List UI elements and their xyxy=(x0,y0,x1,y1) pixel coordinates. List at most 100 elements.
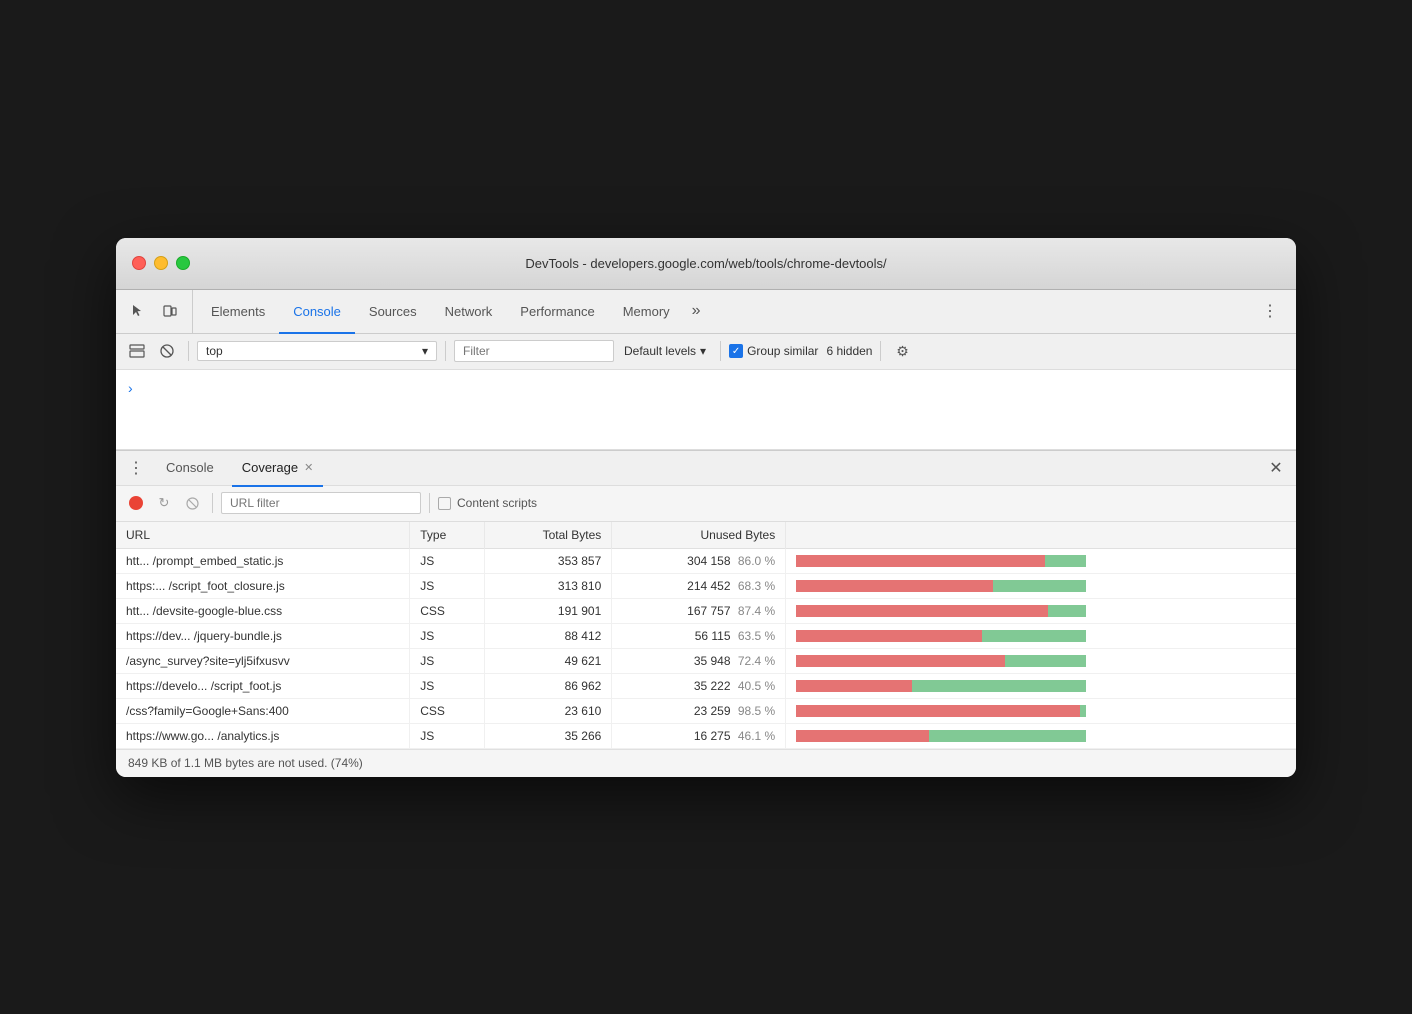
coverage-table-container: URL Type Total Bytes Unused Bytes htt...… xyxy=(116,522,1296,749)
cell-bar xyxy=(786,623,1296,648)
cell-total-bytes: 23 610 xyxy=(485,698,612,723)
coverage-footer-text: 849 KB of 1.1 MB bytes are not used. (74… xyxy=(128,756,363,770)
record-btn[interactable] xyxy=(124,491,148,515)
toolbar-divider-3 xyxy=(720,341,721,361)
cell-bar xyxy=(786,698,1296,723)
toolbar-divider-1 xyxy=(188,341,189,361)
table-row[interactable]: https://develo... /script_foot.js JS 86 … xyxy=(116,673,1296,698)
unused-bar xyxy=(796,680,912,692)
cell-unused-bytes: 167 757 87.4 % xyxy=(612,598,786,623)
content-scripts-checkbox[interactable] xyxy=(438,497,451,510)
table-row[interactable]: https:... /script_foot_closure.js JS 313… xyxy=(116,573,1296,598)
table-row[interactable]: htt... /prompt_embed_static.js JS 353 85… xyxy=(116,548,1296,573)
col-unused-bytes: Unused Bytes xyxy=(612,522,786,549)
window-title: DevTools - developers.google.com/web/too… xyxy=(525,256,886,271)
cell-url: htt... /prompt_embed_static.js xyxy=(116,548,410,573)
url-filter-input[interactable] xyxy=(221,492,421,514)
coverage-table: URL Type Total Bytes Unused Bytes htt...… xyxy=(116,522,1296,749)
filter-input[interactable] xyxy=(454,340,614,362)
used-bar xyxy=(929,730,1086,742)
console-content: › xyxy=(116,370,1296,450)
used-bar xyxy=(1048,605,1086,617)
cell-url: https://www.go... /analytics.js xyxy=(116,723,410,748)
cell-bar xyxy=(786,648,1296,673)
table-row[interactable]: https://dev... /jquery-bundle.js JS 88 4… xyxy=(116,623,1296,648)
cell-url: https://develo... /script_foot.js xyxy=(116,673,410,698)
tab-sources[interactable]: Sources xyxy=(355,291,431,334)
panel-menu-btn[interactable]: ⋮ xyxy=(124,456,148,480)
cell-type: JS xyxy=(410,648,485,673)
cell-url: /async_survey?site=ylj5ifxusvv xyxy=(116,648,410,673)
panel-tab-console[interactable]: Console xyxy=(156,451,224,487)
used-bar xyxy=(982,630,1086,642)
cell-type: JS xyxy=(410,623,485,648)
console-toolbar: top ▾ Default levels ▾ ✓ Group similar 6… xyxy=(116,334,1296,370)
record-icon xyxy=(129,496,143,510)
devtools-menu-btn[interactable]: ⋮ xyxy=(1256,297,1284,325)
col-total-bytes: Total Bytes xyxy=(485,522,612,549)
cell-total-bytes: 353 857 xyxy=(485,548,612,573)
used-bar xyxy=(1045,555,1086,567)
table-row[interactable]: https://www.go... /analytics.js JS 35 26… xyxy=(116,723,1296,748)
clear-console-btn[interactable] xyxy=(154,338,180,364)
table-row[interactable]: /async_survey?site=ylj5ifxusvv JS 49 621… xyxy=(116,648,1296,673)
cell-total-bytes: 49 621 xyxy=(485,648,612,673)
cell-type: JS xyxy=(410,573,485,598)
inspect-element-btn[interactable] xyxy=(124,297,152,325)
device-toolbar-btn[interactable] xyxy=(156,297,184,325)
cell-unused-bytes: 35 948 72.4 % xyxy=(612,648,786,673)
usage-bar xyxy=(796,730,1286,742)
close-coverage-tab-btn[interactable]: ✕ xyxy=(304,461,313,474)
tab-memory[interactable]: Memory xyxy=(609,291,684,334)
close-bottom-panel-btn[interactable]: ✕ xyxy=(1264,456,1288,480)
cell-type: JS xyxy=(410,548,485,573)
maximize-button[interactable] xyxy=(176,256,190,270)
console-chevron[interactable]: › xyxy=(128,380,133,396)
tab-elements[interactable]: Elements xyxy=(197,291,279,334)
cell-total-bytes: 35 266 xyxy=(485,723,612,748)
cell-bar xyxy=(786,723,1296,748)
default-levels-dropdown[interactable]: Default levels ▾ xyxy=(618,342,712,360)
group-similar-checkbox[interactable]: ✓ xyxy=(729,344,743,358)
tab-network[interactable]: Network xyxy=(431,291,507,334)
content-scripts-label: Content scripts xyxy=(457,496,537,510)
unused-bar xyxy=(796,730,929,742)
tab-performance[interactable]: Performance xyxy=(506,291,608,334)
table-row[interactable]: /css?family=Google+Sans:400 CSS 23 610 2… xyxy=(116,698,1296,723)
more-tabs-btn[interactable]: » xyxy=(684,290,709,333)
usage-bar xyxy=(796,580,1286,592)
toolbar-divider-2 xyxy=(445,341,446,361)
devtools-window: DevTools - developers.google.com/web/too… xyxy=(116,238,1296,777)
table-header-row: URL Type Total Bytes Unused Bytes xyxy=(116,522,1296,549)
cell-total-bytes: 86 962 xyxy=(485,673,612,698)
cell-url: https:... /script_foot_closure.js xyxy=(116,573,410,598)
tab-console[interactable]: Console xyxy=(279,291,355,334)
used-bar xyxy=(993,580,1086,592)
table-row[interactable]: htt... /devsite-google-blue.css CSS 191 … xyxy=(116,598,1296,623)
coverage-footer: 849 KB of 1.1 MB bytes are not used. (74… xyxy=(116,749,1296,777)
toolbar-right: ⋮ xyxy=(1256,290,1288,333)
panel-tab-coverage[interactable]: Coverage ✕ xyxy=(232,451,324,487)
reload-btn[interactable]: ↻ xyxy=(152,491,176,515)
titlebar: DevTools - developers.google.com/web/too… xyxy=(116,238,1296,290)
usage-bar xyxy=(796,655,1286,667)
cell-unused-bytes: 304 158 86.0 % xyxy=(612,548,786,573)
cell-url: htt... /devsite-google-blue.css xyxy=(116,598,410,623)
clear-coverage-btn[interactable] xyxy=(180,491,204,515)
cell-unused-bytes: 23 259 98.5 % xyxy=(612,698,786,723)
cell-bar xyxy=(786,673,1296,698)
unused-bar xyxy=(796,555,1045,567)
col-url: URL xyxy=(116,522,410,549)
unused-bar xyxy=(796,630,982,642)
close-button[interactable] xyxy=(132,256,146,270)
context-selector[interactable]: top ▾ xyxy=(197,341,437,361)
content-scripts-area: Content scripts xyxy=(438,496,537,510)
usage-bar xyxy=(796,605,1286,617)
show-console-drawer-btn[interactable] xyxy=(124,338,150,364)
minimize-button[interactable] xyxy=(154,256,168,270)
group-similar-label: Group similar xyxy=(747,344,818,358)
cell-unused-bytes: 35 222 40.5 % xyxy=(612,673,786,698)
console-settings-btn[interactable]: ⚙ xyxy=(889,338,915,364)
devtools-toolbar: Elements Console Sources Network Perform… xyxy=(116,290,1296,334)
col-type: Type xyxy=(410,522,485,549)
